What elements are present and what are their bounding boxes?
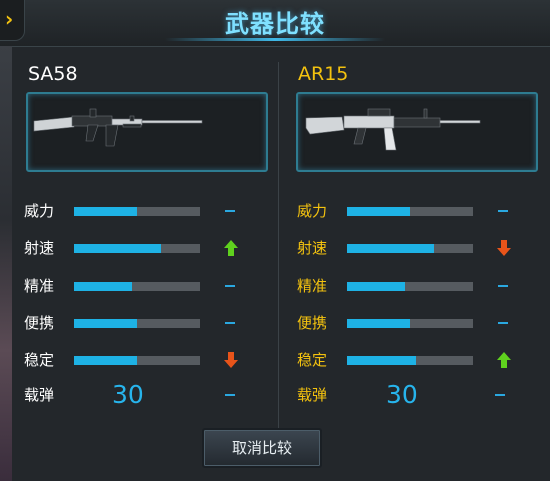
right-stat-bar-fill: [347, 356, 416, 365]
arrow-down-icon: [497, 240, 511, 256]
left-stat-label: 精准: [24, 277, 55, 295]
right-stat-bar: [347, 244, 473, 253]
left-weapon-name: SA58: [28, 63, 78, 85]
right-stat-bar-fill: [347, 207, 410, 216]
cancel-compare-button[interactable]: 取消比较: [202, 428, 322, 468]
right-stat-bar-fill: [347, 244, 434, 253]
left-stat-label: 便携: [24, 314, 55, 332]
arrow-up-icon: [497, 352, 511, 368]
left-stat-bar-fill: [74, 282, 132, 291]
title-underline: [165, 38, 385, 41]
left-stat-bar: [74, 207, 200, 216]
arrow-down-icon: [224, 352, 238, 368]
left-stat-bar-fill: [74, 319, 137, 328]
left-stat-bar-fill: [74, 356, 137, 365]
right-ammo-value: 30: [386, 380, 418, 409]
back-button[interactable]: ›: [0, 0, 25, 41]
right-ammo-label: 载弹: [297, 386, 328, 404]
right-stat-bar: [347, 356, 473, 365]
right-stat-bar: [347, 319, 473, 328]
left-stat-bar: [74, 319, 200, 328]
arrow-up-icon: [224, 240, 238, 256]
right-stat-bar-fill: [347, 282, 405, 291]
left-stat-label: 射速: [24, 239, 55, 257]
right-stat-no-change-dash: [498, 285, 508, 287]
left-stat-bar: [74, 244, 200, 253]
left-ammo-value: 30: [112, 380, 144, 409]
left-weapon-image: [26, 92, 268, 172]
right-stat-bar: [347, 207, 473, 216]
left-ammo-dash: [225, 394, 235, 396]
left-stat-bar-fill: [74, 244, 161, 253]
left-ammo-label: 载弹: [24, 386, 55, 404]
right-stat-label: 便携: [297, 314, 328, 332]
right-stat-no-change-dash: [498, 210, 508, 212]
right-stat-bar: [347, 282, 473, 291]
column-divider: [278, 62, 279, 467]
right-weapon-name: AR15: [298, 63, 349, 85]
left-stat-bar: [74, 356, 200, 365]
left-stat-label: 稳定: [24, 351, 55, 369]
left-stat-bar: [74, 282, 200, 291]
right-stat-bar-fill: [347, 319, 410, 328]
left-stat-no-change-dash: [225, 322, 235, 324]
left-stat-bar-fill: [74, 207, 137, 216]
right-stat-label: 稳定: [297, 351, 328, 369]
weapon-compare-panel: › 武器比较 SA58 AR15 威力 射速 精准 便携 稳定 威力 射速 精准…: [0, 0, 550, 481]
right-stat-label: 威力: [297, 202, 328, 220]
left-stat-label: 威力: [24, 202, 55, 220]
right-stat-label: 精准: [297, 277, 328, 295]
rifle-sa58-icon: [33, 108, 203, 147]
left-stat-no-change-dash: [225, 285, 235, 287]
right-weapon-image: [296, 92, 538, 172]
right-stat-label: 射速: [297, 239, 328, 257]
chevron-right-icon: ›: [5, 7, 14, 31]
side-strip: [0, 46, 12, 481]
right-stat-no-change-dash: [498, 322, 508, 324]
left-stat-no-change-dash: [225, 210, 235, 212]
right-ammo-dash: [495, 394, 505, 396]
rifle-ar15-icon: [305, 108, 481, 151]
